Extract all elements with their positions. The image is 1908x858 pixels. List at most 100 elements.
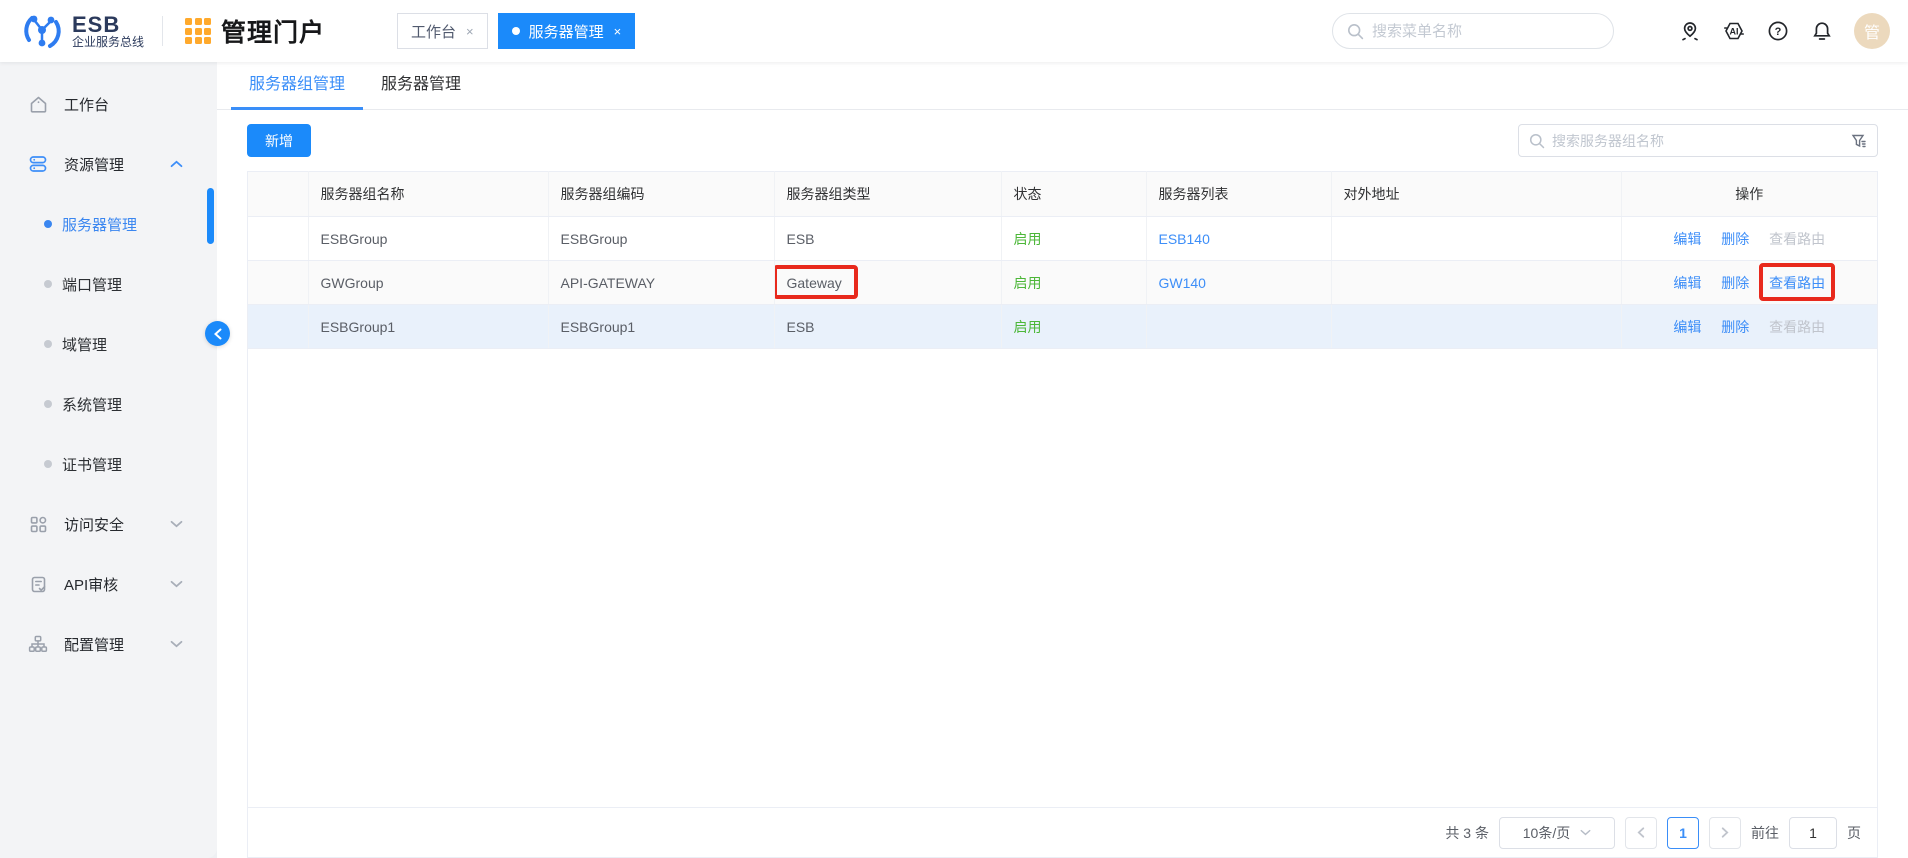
sidebar-item-label: 资源管理 [64,156,125,174]
goto-page-input[interactable] [1789,816,1837,849]
status-cell: 启用 [1001,304,1147,349]
portal-title-block: 管理门户 [185,13,325,49]
column-server-list: 服务器列表 [1146,171,1332,217]
column-status-indicator [248,171,309,217]
sidebar-item-domain-management[interactable]: 域管理 [0,314,217,374]
sidebar-item-port-management[interactable]: 端口管理 [0,254,217,314]
open-page-tabs: 工作台 × 服务器管理 × [397,13,636,49]
home-icon [28,94,48,114]
tab-label: 服务器管理 [528,23,604,41]
brand-name: ESB [72,12,121,38]
sidebar-item-label: 服务器管理 [62,216,138,234]
esb-network-icon [24,15,61,48]
help-icon[interactable]: ? [1766,19,1790,43]
group-name-cell: GWGroup [308,260,549,305]
header-divider [162,16,164,46]
table-row[interactable]: GWGroup API-GATEWAY Gateway 启用 GW140 编辑 … [248,260,1877,305]
brand-subtitle: 企业服务总线 [72,35,145,50]
table-toolbar: 新增 [217,110,1908,171]
brand-logo: ESB 企业服务总线 [0,10,144,52]
tab-server-management[interactable]: 服务器管理 × [497,13,636,49]
table-header-row: 服务器组名称 服务器组编码 服务器组类型 状态 服务器列表 对外地址 操作 [248,171,1877,217]
server-list-link[interactable]: ESB140 [1159,231,1210,247]
external-address-cell [1331,304,1622,349]
tab-server-group-management[interactable]: 服务器组管理 [231,70,364,110]
bullet-dot-icon [44,220,52,228]
column-group-name: 服务器组名称 [308,171,549,217]
delete-link[interactable]: 删除 [1721,275,1749,291]
notification-bell-icon[interactable] [1810,19,1834,43]
delete-link[interactable]: 删除 [1721,319,1749,335]
external-address-cell [1331,216,1622,261]
page-size-value: 10条/页 [1522,824,1571,841]
top-header: ESB 企业服务总线 管理门户 工作台 × 服务器管理 × 搜索菜单名称 AI … [0,0,1908,62]
content-tab-bar: 服务器组管理 服务器管理 [217,62,1908,110]
close-icon[interactable]: × [466,24,474,39]
server-list-link[interactable]: GW140 [1159,275,1206,291]
sidebar-nav: 工作台 资源管理 服务器管理 端口管理 域管理 系统管理 证书管理 访问安全 A… [0,62,217,858]
page-number-button[interactable]: 1 [1667,816,1699,849]
sidebar-item-resource-management[interactable]: 资源管理 [0,134,217,194]
column-group-type: 服务器组类型 [774,171,1002,217]
chevron-down-icon [170,580,183,588]
user-avatar[interactable]: 管 [1854,13,1890,49]
chevron-down-icon [1580,829,1591,836]
sidebar-collapse-button[interactable] [205,321,230,346]
delete-link[interactable]: 删除 [1721,231,1749,247]
group-search-input[interactable] [1552,132,1851,149]
menu-search-box[interactable] [1332,13,1614,49]
menu-search-input[interactable] [1372,22,1599,40]
next-page-button[interactable] [1709,816,1741,849]
sidebar-item-label: 访问安全 [64,516,125,534]
sidebar-item-label: 证书管理 [62,456,123,474]
location-pin-icon[interactable] [1678,19,1702,43]
group-name-cell: ESBGroup [308,216,549,261]
table-row[interactable]: ESBGroup1 ESBGroup1 ESB 启用 编辑 删除 查看路由 [248,304,1877,349]
sidebar-item-server-management[interactable]: 服务器管理 [0,194,217,254]
bullet-dot-icon [44,340,52,348]
group-type-cell: Gateway [774,260,1002,305]
sidebar-item-certificate-management[interactable]: 证书管理 [0,434,217,494]
app-grid-icon [185,18,212,44]
edit-link[interactable]: 编辑 [1673,231,1701,247]
sidebar-item-label: 域管理 [62,336,108,354]
edit-link[interactable]: 编辑 [1673,275,1701,291]
funnel-icon[interactable] [1851,133,1867,149]
ai-assistant-icon[interactable]: AI [1722,19,1746,43]
tab-workbench[interactable]: 工作台 × [397,13,488,49]
page-size-select[interactable]: 10条/页 [1499,816,1615,849]
portal-title: 管理门户 [221,19,326,47]
bullet-dot-icon [44,400,52,408]
view-route-link: 查看路由 [1769,318,1826,335]
sidebar-item-access-security[interactable]: 访问安全 [0,494,217,554]
sidebar-item-system-management[interactable]: 系统管理 [0,374,217,434]
chevron-down-icon [170,640,183,648]
chevron-down-icon [170,520,183,528]
group-type-cell: ESB [774,216,1002,261]
sidebar-item-label: 系统管理 [62,396,123,414]
group-search-box[interactable] [1518,124,1878,157]
sidebar-item-api-review[interactable]: API审核 [0,554,217,614]
tab-label: 工作台 [411,23,457,41]
view-route-link[interactable]: 查看路由 [1759,262,1836,301]
prev-page-button[interactable] [1625,816,1657,849]
server-group-table-panel: 服务器组名称 服务器组编码 服务器组类型 状态 服务器列表 对外地址 操作 ES… [247,171,1878,858]
add-button[interactable]: 新增 [247,124,311,157]
search-icon [1529,133,1545,148]
status-cell: 启用 [1001,216,1147,261]
server-stack-icon [28,154,48,174]
table-row[interactable]: ESBGroup ESBGroup ESB 启用 ESB140 编辑 删除 查看… [248,216,1877,261]
column-external-address: 对外地址 [1331,171,1622,217]
edit-link[interactable]: 编辑 [1673,319,1701,335]
sidebar-item-configuration-management[interactable]: 配置管理 [0,614,217,674]
goto-label: 前往 [1751,824,1779,841]
sidebar-scrollbar-thumb[interactable] [207,188,214,244]
close-icon[interactable]: × [614,24,622,39]
tab-server-management-inner[interactable]: 服务器管理 [363,70,479,110]
group-name-cell: ESBGroup1 [308,304,549,349]
sidebar-item-label: API审核 [64,576,119,594]
sidebar-item-workbench[interactable]: 工作台 [0,74,217,134]
main-content: 服务器组管理 服务器管理 新增 搜索服务器组名称 服务器组名称 服务器组编码 服… [217,62,1908,858]
pagination-bar: 共 3 条 10条/页 1 前往 页 [248,807,1877,857]
sidebar-item-label: 配置管理 [64,636,125,654]
